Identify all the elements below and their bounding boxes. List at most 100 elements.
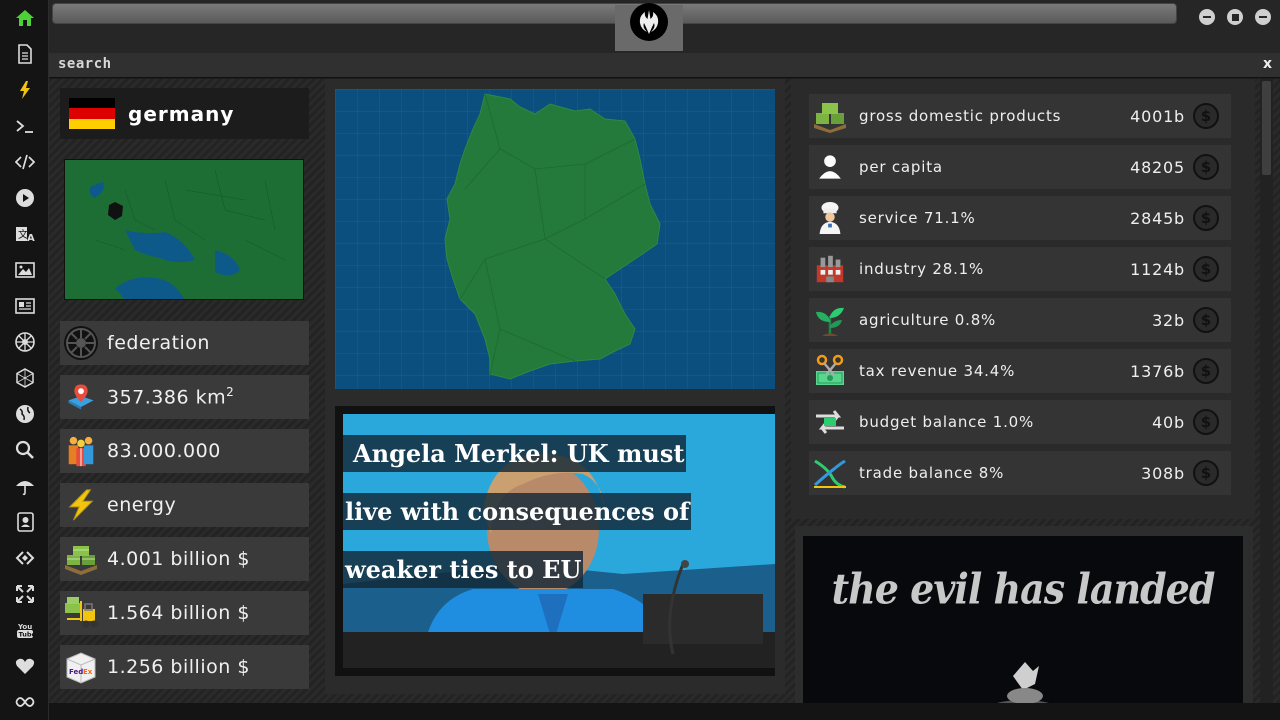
area-value: 357.386 km	[107, 386, 227, 409]
news-headline-line-2: live with consequences of	[343, 486, 692, 538]
search-icon[interactable]	[13, 438, 37, 462]
population-card[interactable]: 83.000.000	[60, 429, 309, 473]
gdp-value: 4.001 billion $	[107, 548, 250, 570]
area-card[interactable]: 357.386 km2	[60, 375, 309, 419]
lightning-icon[interactable]	[13, 78, 37, 102]
stat-value: 40b	[1152, 412, 1185, 432]
news-headline-line-3: weaker ties to EU	[343, 544, 584, 596]
svg-text:Tube: Tube	[19, 631, 36, 639]
trade-cross-icon	[811, 454, 849, 492]
link-icon[interactable]	[13, 546, 37, 570]
banner-panel: the evil has landed	[795, 526, 1253, 720]
fullscreen-icon[interactable]	[13, 582, 37, 606]
government-type: federation	[107, 332, 210, 354]
stat-row-budget-balance[interactable]: budget balance 1.0% 40b $	[809, 400, 1231, 444]
scrollbar[interactable]	[1260, 79, 1273, 720]
factory-icon	[811, 250, 849, 288]
empire-icon	[63, 325, 99, 361]
empire-icon[interactable]	[13, 330, 37, 354]
globe-icon[interactable]	[13, 402, 37, 426]
dollar-coin-icon[interactable]: $	[1193, 256, 1219, 282]
revenue-value: 1.564 billion $	[107, 602, 250, 624]
svg-text:Fed: Fed	[69, 668, 83, 676]
youtube-icon[interactable]: You Tube	[13, 618, 37, 642]
money-stack-icon	[63, 541, 99, 577]
svg-text:Ex: Ex	[83, 668, 93, 676]
stat-label: service 71.1%	[859, 209, 976, 227]
newspaper-icon[interactable]	[13, 294, 37, 318]
stat-row-gdp[interactable]: gross domestic products 4001b $	[809, 94, 1231, 138]
stat-label: budget balance 1.0%	[859, 413, 1035, 431]
dollar-coin-icon[interactable]: $	[1193, 154, 1219, 180]
area-unit-exponent: 2	[226, 385, 235, 400]
dollar-coin-icon[interactable]: $	[1193, 358, 1219, 384]
stat-value: 48205	[1130, 157, 1185, 177]
dollar-coin-icon[interactable]: $	[1193, 409, 1219, 435]
dollar-coin-icon[interactable]: $	[1193, 205, 1219, 231]
terminal-icon[interactable]	[13, 114, 37, 138]
country-map[interactable]	[335, 89, 775, 389]
trade-card[interactable]: Fed Ex 1.256 billion $	[60, 645, 309, 689]
heart-icon[interactable]	[13, 654, 37, 678]
search-close-button[interactable]: x	[1263, 56, 1272, 72]
stat-value: 1124b	[1130, 259, 1185, 279]
stat-row-industry[interactable]: industry 28.1% 1124b $	[809, 247, 1231, 291]
code-icon[interactable]	[13, 150, 37, 174]
news-card[interactable]: Angela Merkel: UK must live with consequ…	[335, 406, 775, 676]
stat-row-tax-revenue[interactable]: tax revenue 34.4% 1376b $	[809, 349, 1231, 393]
search-bar[interactable]: search x	[49, 53, 1280, 78]
germany-flag-icon	[69, 97, 115, 130]
dollar-coin-icon[interactable]: $	[1193, 460, 1219, 486]
stat-value: 32b	[1152, 310, 1185, 330]
stat-label: per capita	[859, 158, 943, 176]
energy-card[interactable]: energy	[60, 483, 309, 527]
money-scissors-icon	[811, 352, 849, 390]
chef-icon	[811, 199, 849, 237]
contact-card-icon[interactable]	[13, 510, 37, 534]
document-icon[interactable]	[13, 42, 37, 66]
person-icon	[811, 148, 849, 186]
emblem-tab[interactable]	[615, 3, 683, 51]
population-value: 83.000.000	[107, 440, 221, 462]
news-photo: Angela Merkel: UK must live with consequ…	[343, 414, 775, 668]
stat-row-per-capita[interactable]: per capita 48205 $	[809, 145, 1231, 189]
stat-value: 2845b	[1130, 208, 1185, 228]
energy-label: energy	[107, 494, 177, 516]
country-panel: germany federation 357.386 km2 83.000.00…	[49, 79, 321, 720]
image-icon[interactable]	[13, 258, 37, 282]
news-headline-line-1: Angela Merkel: UK must	[343, 428, 687, 480]
close-icon[interactable]	[1255, 9, 1271, 25]
home-icon[interactable]	[13, 6, 37, 30]
stat-row-trade-balance[interactable]: trade balance 8% 308b $	[809, 451, 1231, 495]
scrollbar-thumb[interactable]	[1262, 81, 1271, 175]
revenue-card[interactable]: 1.564 billion $	[60, 591, 309, 635]
country-name: germany	[128, 101, 235, 126]
banner-image[interactable]: the evil has landed	[803, 536, 1243, 720]
europe-minimap[interactable]	[64, 159, 304, 300]
dollar-coin-icon[interactable]: $	[1193, 103, 1219, 129]
stat-value: 1376b	[1130, 361, 1185, 381]
svg-text:A: A	[27, 233, 35, 244]
translate-icon[interactable]: 文A	[13, 222, 37, 246]
stat-value: 308b	[1141, 463, 1185, 483]
government-card[interactable]: federation	[60, 321, 309, 365]
umbrella-icon[interactable]	[13, 474, 37, 498]
play-icon[interactable]	[13, 186, 37, 210]
map-pin-icon	[63, 379, 99, 415]
fedex-box-icon: Fed Ex	[63, 649, 99, 685]
dollar-coin-icon[interactable]: $	[1193, 307, 1219, 333]
people-icon	[63, 433, 99, 469]
maximize-icon[interactable]	[1227, 9, 1243, 25]
ship-silhouette-icon	[978, 662, 1068, 720]
money-stack-icon	[811, 97, 849, 135]
minimize-icon[interactable]	[1199, 9, 1215, 25]
sidebar: 文A You Tube	[0, 0, 49, 720]
stat-row-service[interactable]: service 71.1% 2845b $	[809, 196, 1231, 240]
plant-icon	[811, 301, 849, 339]
economy-stats-panel: gross domestic products 4001b $ per capi…	[791, 79, 1255, 519]
stat-row-agriculture[interactable]: agriculture 0.8% 32b $	[809, 298, 1231, 342]
gdp-card[interactable]: 4.001 billion $	[60, 537, 309, 581]
hexagon-icon[interactable]	[13, 366, 37, 390]
stat-label: tax revenue 34.4%	[859, 362, 1016, 380]
infinity-icon[interactable]	[13, 690, 37, 714]
